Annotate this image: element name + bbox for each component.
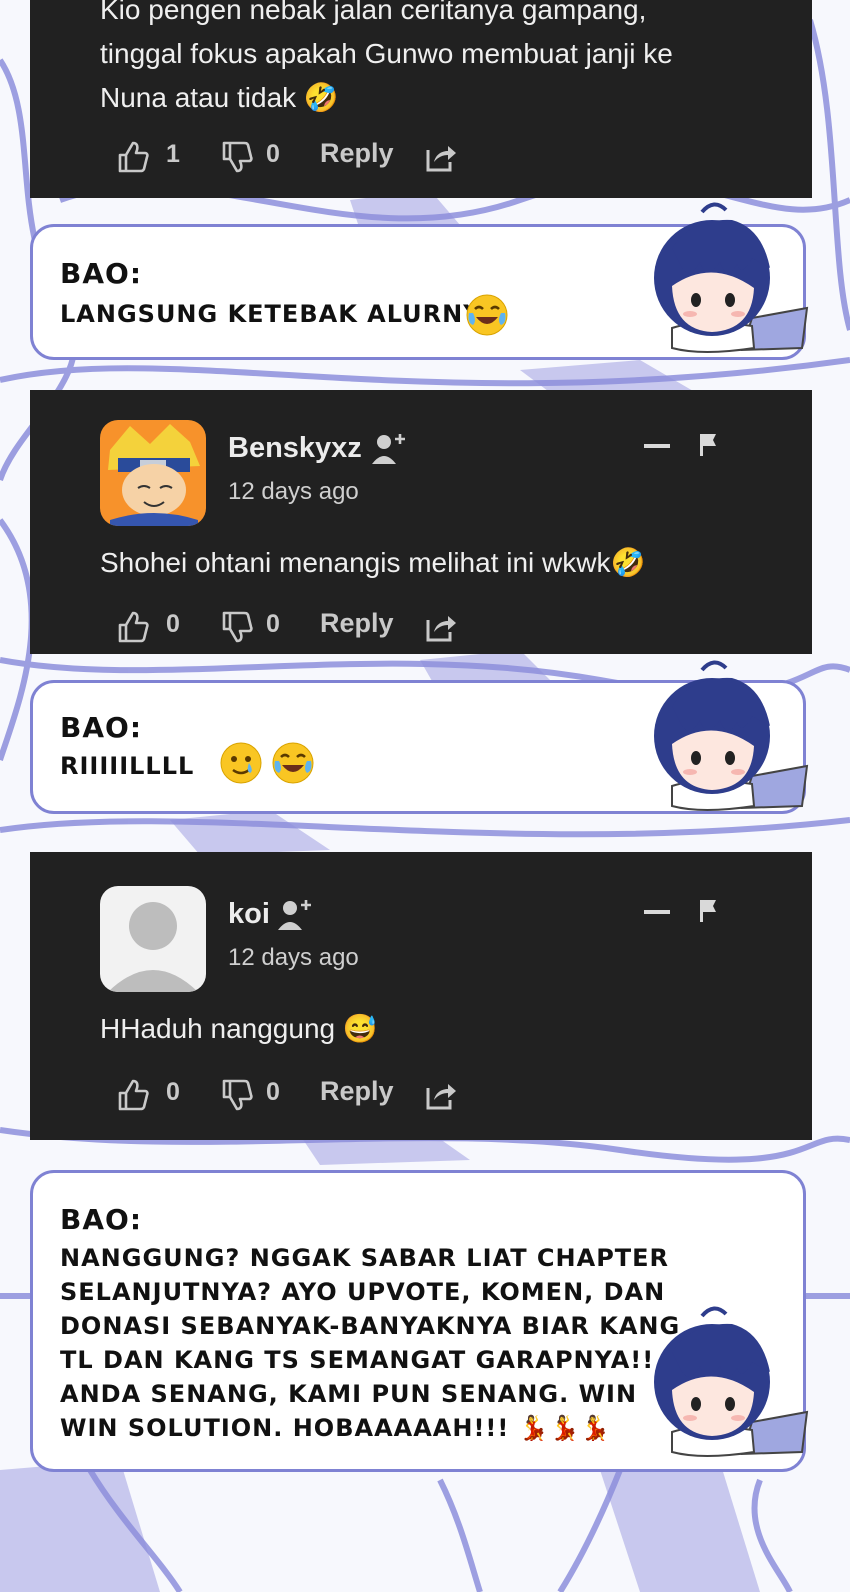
username[interactable]: koi [228,898,270,931]
comment-header: koi 12 days ago [100,886,780,996]
comment-card: Benskyxz 12 days ago Shohei ohtani menan… [30,390,812,654]
thumbs-down-icon[interactable] [220,1078,254,1112]
note-text: RIIIIILLLL [60,752,195,780]
like-count: 1 [166,140,180,168]
comment-text: HHaduh nanggung 😅 [100,1013,378,1044]
avatar[interactable] [100,420,206,526]
thumbs-up-icon[interactable] [116,140,150,174]
note-speaker: BAO: [60,1203,143,1236]
comment-actions: 1 0 Reply [116,136,536,176]
comment-actions: 0 0 Reply [116,1074,536,1114]
thumbs-down-icon[interactable] [220,610,254,644]
flag-icon[interactable] [698,898,720,924]
comment-card: Kio pengen nebak jalan ceritanya gampang… [30,0,812,198]
note-line: SELANJUTNYA? AYO UPVOTE, KOMEN, DAN [60,1278,666,1306]
comment-text: Shohei ohtani menangis melihat ini wkwk🤣 [100,547,646,578]
share-icon[interactable] [424,610,458,644]
like-count: 0 [166,610,180,638]
thumbs-up-icon[interactable] [116,610,150,644]
note-line: ANDA SENANG, KAMI PUN SENANG. WIN [60,1380,638,1408]
reply-button[interactable]: Reply [320,1076,394,1107]
collapse-icon[interactable] [644,910,670,914]
avatar[interactable] [100,886,206,992]
bao-chibi-mascot [654,1306,809,1457]
comment-card: koi 12 days ago HHaduh nanggung 😅 0 0 Re… [30,852,812,1140]
note-line: TL DAN KANG TS SEMANGAT GARAPNYA!! [60,1346,655,1374]
note-speaker: BAO: [60,257,143,290]
smiling-tear-emoji-icon [220,742,262,784]
comment-actions: 0 0 Reply [116,606,536,646]
note-line: WIN SOLUTION. HOBAAAAAH!!! 💃💃💃 [60,1414,612,1442]
note-text: NANGGUNG? NGGAK SABAR LIAT CHAPTER SELAN… [60,1241,680,1445]
dislike-count: 0 [266,1078,280,1106]
flag-icon[interactable] [698,432,720,458]
tears-of-joy-emoji-icon [466,294,508,336]
comment-line: Kio pengen nebak jalan ceritanya gampang… [100,0,647,25]
note-line: DONASI SEBANYAK-BANYAKNYA BIAR KANG [60,1312,681,1340]
note-line: NANGGUNG? NGGAK SABAR LIAT CHAPTER [60,1244,670,1272]
bao-chibi-mascot [654,202,809,353]
dislike-count: 0 [266,610,280,638]
thumbs-down-icon[interactable] [220,140,254,174]
add-friend-icon[interactable] [370,430,410,466]
username[interactable]: Benskyxz [228,432,362,465]
collapse-icon[interactable] [644,444,670,448]
note-speaker: BAO: [60,711,143,744]
dislike-count: 0 [266,140,280,168]
comment-line: Nuna atau tidak 🤣 [100,82,339,113]
note-text: LANGSUNG KETEBAK ALURNYA [60,300,499,328]
add-friend-icon[interactable] [276,896,316,932]
comment-text: Kio pengen nebak jalan ceritanya gampang… [100,0,780,120]
bao-chibi-mascot [654,660,809,811]
comment-header: Benskyxz 12 days ago [100,420,780,530]
reply-button[interactable]: Reply [320,138,394,169]
comment-timestamp: 12 days ago [228,478,359,505]
comment-timestamp: 12 days ago [228,944,359,971]
comment-line: tinggal fokus apakah Gunwo membuat janji… [100,38,673,69]
like-count: 0 [166,1078,180,1106]
share-icon[interactable] [424,140,458,174]
tears-of-joy-emoji-icon [272,742,314,784]
thumbs-up-icon[interactable] [116,1078,150,1112]
share-icon[interactable] [424,1078,458,1112]
reply-button[interactable]: Reply [320,608,394,639]
